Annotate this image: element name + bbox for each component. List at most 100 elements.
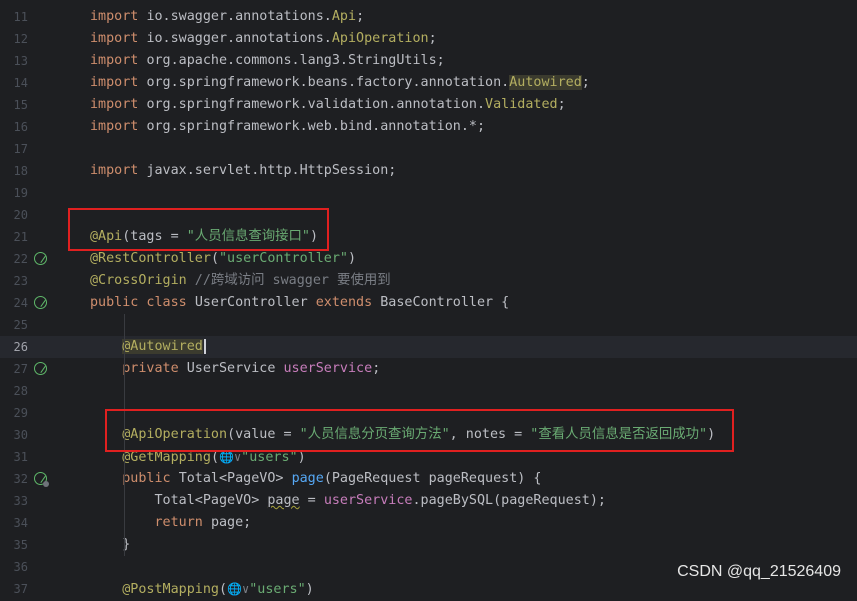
code-line[interactable]: 14 import org.springframework.beans.facto… <box>0 72 857 94</box>
code-token: org.apache.commons.lang3.StringUtils; <box>146 53 445 68</box>
code-token: (PageRequest pageRequest) { <box>323 471 542 486</box>
code-token: ( <box>210 450 219 465</box>
code-text: @RestController("userController") <box>90 248 356 270</box>
code-token: userService <box>323 493 413 508</box>
line-number: 30 <box>13 428 28 442</box>
code-token: ; <box>428 31 437 46</box>
code-line[interactable]: 25 <box>0 314 857 336</box>
code-line[interactable]: 17 <box>0 138 857 160</box>
code-token: io.swagger.annotations. <box>146 9 332 24</box>
spring-bean-gutter-icon[interactable] <box>34 472 49 487</box>
code-token: //跨域访问 swagger 要使用到 <box>186 273 391 288</box>
code-token: return <box>154 515 211 530</box>
line-number: 15 <box>13 98 28 112</box>
code-line[interactable]: 32 public Total<PageVO> page(PageRequest… <box>0 468 857 490</box>
line-number: 33 <box>13 494 28 508</box>
code-line[interactable]: 13 import org.apache.commons.lang3.String… <box>0 50 857 72</box>
code-line[interactable]: 23 @CrossOrigin //跨域访问 swagger 要使用到 <box>0 270 857 292</box>
code-token: org.springframework.web.bind.annotation.… <box>146 119 486 134</box>
code-token: Total<PageVO> <box>178 471 292 486</box>
code-line[interactable]: 22 @RestController("userController") <box>0 248 857 270</box>
code-line[interactable]: 16 import org.springframework.web.bind.an… <box>0 116 857 138</box>
code-line[interactable]: 12 import io.swagger.annotations.ApiOpera… <box>0 28 857 50</box>
code-token: ApiOperation <box>331 31 429 46</box>
line-number: 24 <box>13 296 28 310</box>
code-line[interactable]: 28 <box>0 380 857 402</box>
code-text: public class UserController extends Base… <box>90 292 509 314</box>
line-number: 35 <box>13 538 28 552</box>
line-number: 27 <box>13 362 28 376</box>
code-token: ( <box>219 582 228 597</box>
line-number: 23 <box>13 274 28 288</box>
line-number: 28 <box>13 384 28 398</box>
line-number: 36 <box>13 560 28 574</box>
code-line[interactable]: 34 return page; <box>0 512 857 534</box>
code-text: @Autowired <box>90 336 206 358</box>
line-number: 37 <box>13 582 28 596</box>
code-token: page <box>267 493 300 508</box>
code-line[interactable]: 18 import javax.servlet.http.HttpSession; <box>0 160 857 182</box>
code-token: import <box>90 163 147 178</box>
spring-bean-gutter-icon[interactable] <box>34 252 47 265</box>
code-token: import <box>90 97 147 112</box>
indent-guide <box>124 490 125 534</box>
globe-icon: 🌐∨ <box>219 450 242 464</box>
code-token: ) <box>297 450 306 465</box>
code-token: = <box>299 493 324 508</box>
code-line[interactable]: 26 @Autowired <box>0 336 857 358</box>
code-token: ) <box>305 582 314 597</box>
code-token: import <box>90 75 147 90</box>
highlight-box-apioperation-annotation <box>105 409 734 452</box>
code-line[interactable]: 35 } <box>0 534 857 556</box>
code-token: BaseController { <box>380 295 510 310</box>
code-token: ( <box>210 251 219 266</box>
code-token: @GetMapping <box>122 450 211 465</box>
code-text: import org.apache.commons.lang3.StringUt… <box>90 50 445 72</box>
code-line[interactable]: 15 import org.springframework.validation.… <box>0 94 857 116</box>
code-line[interactable]: 27 private UserService userService; <box>0 358 857 380</box>
line-number: 26 <box>13 340 28 354</box>
code-line[interactable]: 19 <box>0 182 857 204</box>
line-number: 19 <box>13 186 28 200</box>
code-text: import io.swagger.annotations.ApiOperati… <box>90 28 437 50</box>
code-token: page; <box>210 515 252 530</box>
code-text: return page; <box>90 512 252 534</box>
spring-bean-gutter-icon[interactable] <box>34 362 47 375</box>
code-token: private <box>122 361 187 376</box>
line-number: 17 <box>13 142 28 156</box>
code-token: "userController" <box>219 251 348 266</box>
code-token: org.springframework.beans.factory.annota… <box>146 75 510 90</box>
code-token: Validated <box>485 97 558 112</box>
code-token: userService <box>283 361 373 376</box>
code-text: Total<PageVO> page = userService.pageByS… <box>90 490 606 512</box>
code-text: private UserService userService; <box>90 358 380 380</box>
code-text: import javax.servlet.http.HttpSession; <box>90 160 396 182</box>
code-token: extends <box>315 295 381 310</box>
code-text: import org.springframework.web.bind.anno… <box>90 116 485 138</box>
code-line[interactable]: 37 @PostMapping(🌐∨"users") <box>0 578 857 600</box>
code-line[interactable]: 24 public class UserController extends Ba… <box>0 292 857 314</box>
csdn-watermark: CSDN @qq_21526409 <box>677 563 841 580</box>
code-token: javax.servlet.http.HttpSession; <box>146 163 397 178</box>
code-token: page <box>291 471 324 486</box>
code-token: ; <box>372 361 381 376</box>
code-token: .pageBySQL(pageRequest); <box>412 493 606 508</box>
code-text: public Total<PageVO> page(PageRequest pa… <box>90 468 541 490</box>
code-editor[interactable]: 11 import io.swagger.annotations.Api; 12 im… <box>0 0 857 597</box>
highlight-box-api-annotation <box>68 208 329 251</box>
globe-icon: 🌐∨ <box>227 582 250 596</box>
code-line[interactable]: 33 Total<PageVO> page = userService.page… <box>0 490 857 512</box>
line-number: 34 <box>13 516 28 530</box>
code-token: @PostMapping <box>122 582 219 597</box>
code-line[interactable]: 11 import io.swagger.annotations.Api; <box>0 6 857 28</box>
code-token: @CrossOrigin <box>90 273 187 288</box>
line-number: 25 <box>13 318 28 332</box>
code-token: import <box>90 53 147 68</box>
line-number: 11 <box>13 10 28 24</box>
code-token: "users" <box>241 450 298 465</box>
spring-bean-gutter-icon[interactable] <box>34 296 47 309</box>
